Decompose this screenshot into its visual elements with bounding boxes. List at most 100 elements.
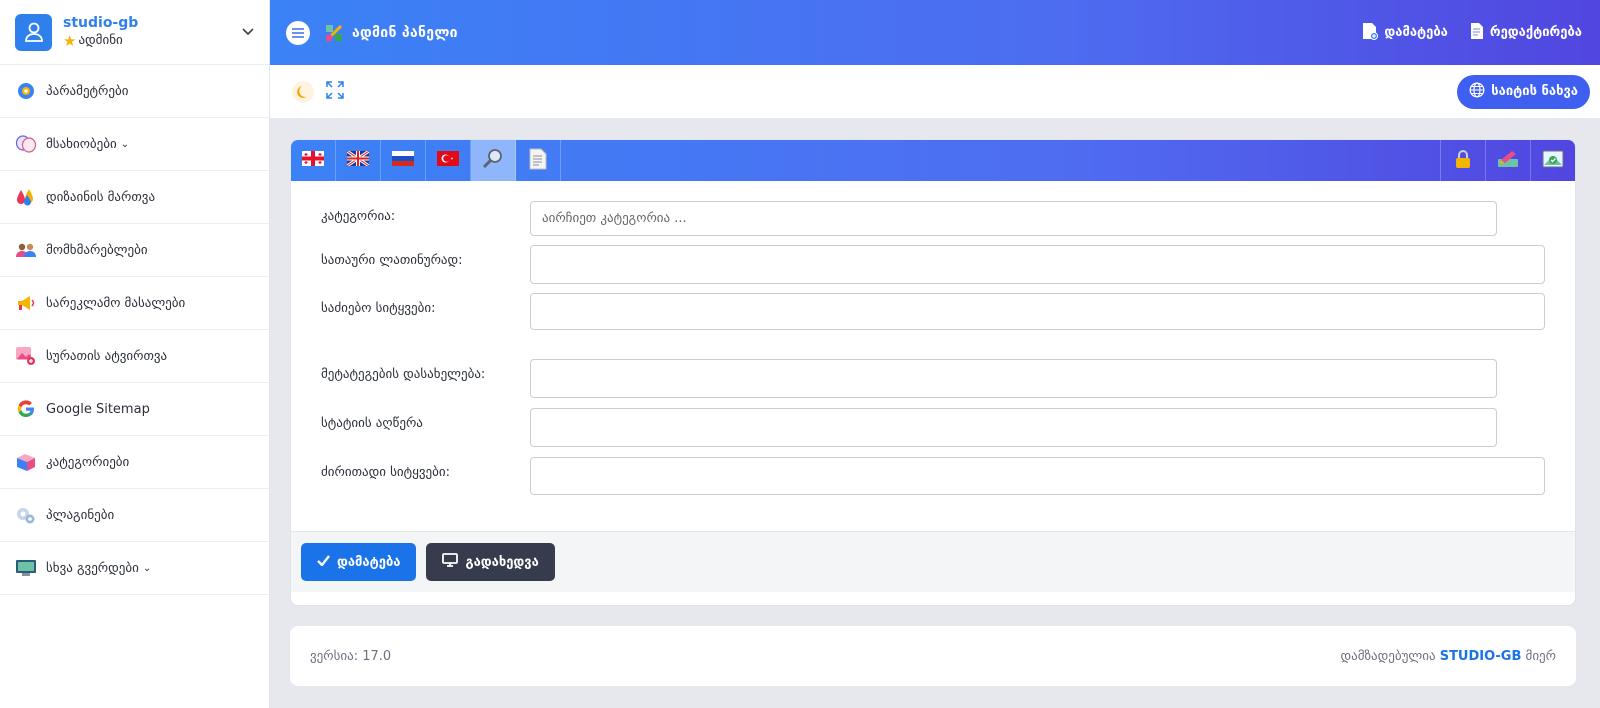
sidebar-item-label: მომხმარებლები <box>46 242 148 258</box>
russian-flag-icon <box>392 151 414 170</box>
footer: ვერსია: 17.0 დამზადებულია STUDIO-GB მიერ <box>290 626 1576 686</box>
form-actions: დამატება გადახედვა <box>291 531 1575 592</box>
sidebar-item-google-sitemap[interactable]: Google Sitemap <box>0 383 269 436</box>
check-icon <box>317 554 330 570</box>
add-button[interactable]: დამატება <box>1362 22 1448 44</box>
made-by-brand-link[interactable]: STUDIO-GB <box>1440 649 1522 664</box>
title-latin-label: სათაური ლათინურად: <box>321 253 463 268</box>
tab-seo[interactable] <box>471 140 516 181</box>
document-icon <box>529 148 547 174</box>
sidebar-item-plugins[interactable]: პლაგინები <box>0 489 269 542</box>
category-placeholder: აირჩიეთ კატეგორია ... <box>542 211 687 226</box>
sidebar-item-label: სარეკლამო მასალები <box>46 295 186 311</box>
add-label: დამატება <box>1384 25 1448 40</box>
sidebar-item-other-pages[interactable]: სხვა გვერდები ⌄ <box>0 542 269 595</box>
dark-mode-toggle-icon[interactable] <box>292 80 314 103</box>
view-site-button[interactable]: საიტის ნახვა <box>1457 74 1590 109</box>
preview-button[interactable]: გადახედვა <box>426 543 555 581</box>
megaphone-icon <box>15 292 37 314</box>
menu-toggle-icon[interactable] <box>286 20 310 45</box>
sidebar-item-actors[interactable]: მსახიობები ⌄ <box>0 118 269 171</box>
profile-block[interactable]: studio-gb ★ ადმინი <box>0 0 269 65</box>
sidebar-item-label: სხვა გვერდები <box>46 560 139 576</box>
profile-role: ადმინი <box>78 33 123 48</box>
sidebar-item-label: სურათის ატვირთვა <box>46 348 168 364</box>
chevron-down-icon: ⌄ <box>142 562 152 574</box>
profile-name: studio-gb <box>63 15 139 31</box>
masks-icon <box>15 133 37 155</box>
sidebar-item-label: Google Sitemap <box>46 401 150 417</box>
search-words-label: საძიებო სიტყვები: <box>321 301 436 316</box>
tab-turkish[interactable] <box>426 140 471 181</box>
top-header: ადმინ პანელი დამატება რედაქტირება <box>270 0 1600 65</box>
seo-form-card: კატეგორია: აირჩიეთ კატეგორია ... სათაური… <box>290 139 1576 606</box>
edit-label: რედაქტირება <box>1489 25 1582 40</box>
tab-document[interactable] <box>516 140 561 181</box>
users-icon <box>15 239 37 261</box>
pages-icon <box>15 557 37 579</box>
seo-form: კატეგორია: აირჩიეთ კატეგორია ... სათაური… <box>291 181 1575 531</box>
title-latin-input[interactable] <box>529 245 1545 284</box>
search-words-input[interactable] <box>529 293 1545 330</box>
paint-drops-icon <box>15 186 37 208</box>
fullscreen-icon[interactable] <box>326 80 344 103</box>
georgian-flag-icon <box>302 151 324 170</box>
category-select[interactable]: აირჩიეთ კატეგორია ... <box>530 201 1497 236</box>
description-label: სტატიის აღწერა <box>321 416 423 431</box>
sidebar-item-label: კატეგორიები <box>46 454 130 470</box>
tab-georgian[interactable] <box>291 140 336 181</box>
made-by-suffix: მიერ <box>1525 648 1556 664</box>
sidebar-item-users[interactable]: მომხმარებლები <box>0 224 269 277</box>
add-document-icon <box>1362 22 1379 44</box>
tab-color-edit[interactable] <box>1485 140 1530 181</box>
tab-image-check[interactable] <box>1530 140 1575 181</box>
user-avatar-icon <box>15 13 52 51</box>
tab-russian[interactable] <box>381 140 426 181</box>
star-icon: ★ <box>63 32 77 50</box>
tab-lock[interactable] <box>1440 140 1485 181</box>
google-icon <box>15 398 37 420</box>
gear-icon <box>15 80 37 102</box>
add-submit-button[interactable]: დამატება <box>301 543 417 581</box>
plugins-icon <box>15 504 37 526</box>
add-submit-label: დამატება <box>337 554 401 570</box>
sidebar-item-label: პარამეტრები <box>46 83 129 99</box>
image-upload-icon <box>15 345 37 367</box>
meta-name-input[interactable] <box>530 359 1497 398</box>
lock-icon <box>1455 149 1471 173</box>
globe-icon <box>1469 82 1485 102</box>
chevron-down-icon: ⌄ <box>120 138 130 150</box>
sidebar-item-design[interactable]: დიზაინის მართვა <box>0 171 269 224</box>
sidebar-item-ads[interactable]: სარეკლამო მასალები <box>0 277 269 330</box>
turkish-flag-icon <box>437 151 459 170</box>
tab-english[interactable] <box>336 140 381 181</box>
version-text: ვერსია: 17.0 <box>310 648 392 664</box>
sidebar-item-categories[interactable]: კატეგორიები <box>0 436 269 489</box>
keywords-input[interactable] <box>529 457 1545 495</box>
chevron-down-icon[interactable] <box>242 25 254 40</box>
sidebar-item-label: მსახიობები <box>46 136 117 152</box>
sidebar-item-label: დიზაინის მართვა <box>46 189 156 205</box>
view-site-label: საიტის ნახვა <box>1491 84 1578 99</box>
category-label: კატეგორია: <box>321 209 396 224</box>
sidebar-item-settings[interactable]: პარამეტრები <box>0 65 269 118</box>
edit-button[interactable]: რედაქტირება <box>1470 22 1582 44</box>
sub-toolbar: საიტის ნახვა <box>270 65 1600 118</box>
color-edit-icon <box>1497 149 1519 173</box>
meta-name-label: მეტატეგების დასახელება: <box>321 367 486 382</box>
uk-flag-icon <box>346 149 370 170</box>
monitor-icon <box>442 553 459 571</box>
made-by-prefix: დამზადებულია <box>1340 648 1436 664</box>
categories-icon <box>15 451 37 473</box>
brand-logo-icon <box>324 23 344 43</box>
description-input[interactable] <box>530 408 1497 447</box>
app-title: ადმინ პანელი <box>352 24 458 41</box>
sidebar-item-label: პლაგინები <box>46 507 115 523</box>
sidebar: studio-gb ★ ადმინი პარამეტრები მსახიობები… <box>0 0 270 708</box>
tab-bar <box>291 140 1575 181</box>
sidebar-item-image-upload[interactable]: სურათის ატვირთვა <box>0 330 269 383</box>
image-check-icon <box>1542 149 1564 173</box>
keywords-label: ძირითადი სიტყვები: <box>321 465 450 480</box>
seo-search-icon <box>482 148 504 174</box>
edit-document-icon <box>1470 22 1484 44</box>
